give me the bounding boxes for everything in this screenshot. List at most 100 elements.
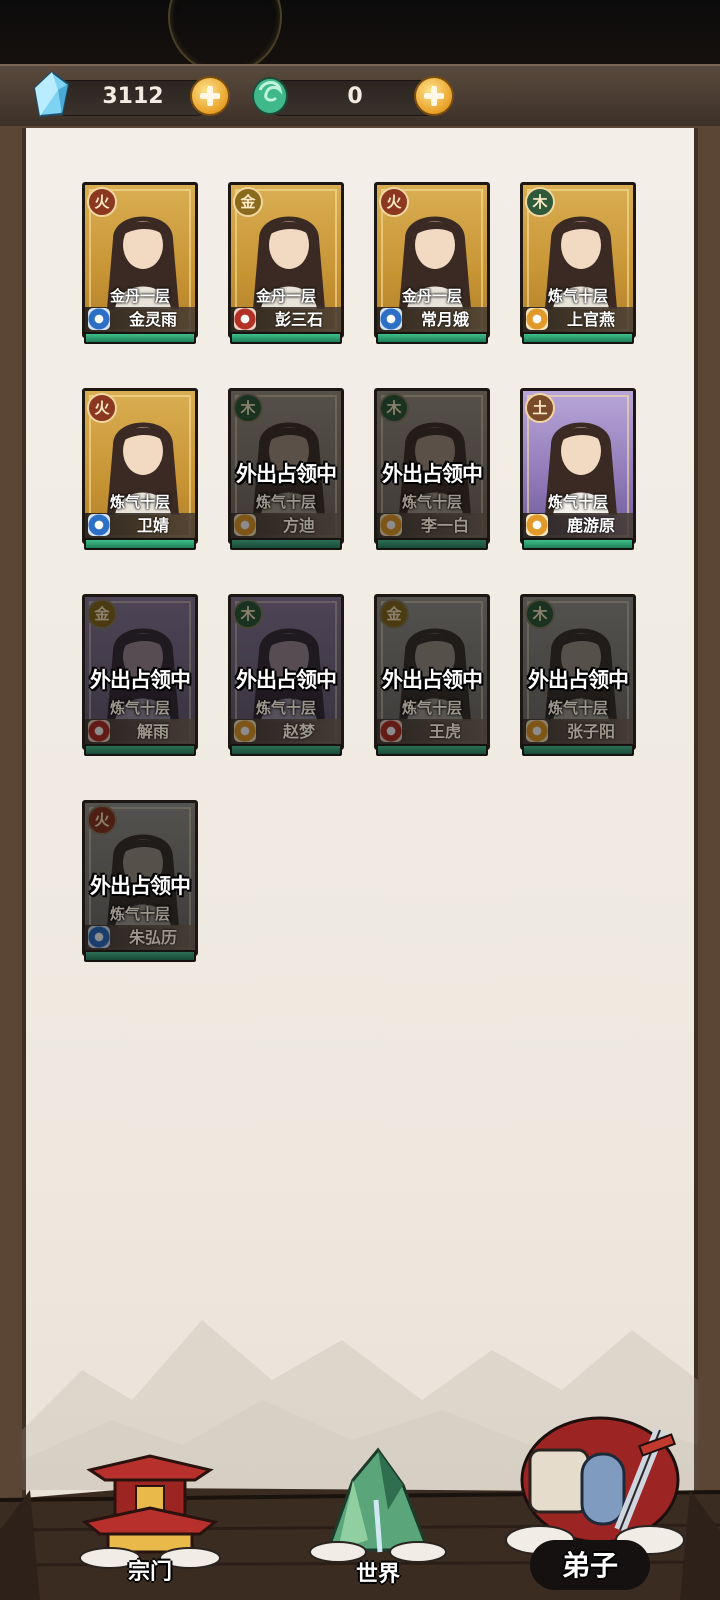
- nav-world-label: 世界: [355, 1561, 400, 1587]
- nav-disciples-label: 弟子: [561, 1549, 618, 1582]
- name-bar: 解雨: [85, 719, 195, 745]
- nav-world-button[interactable]: 世界: [308, 1440, 448, 1600]
- spirit-stone-value: 3112: [102, 84, 164, 109]
- card-base: [376, 332, 488, 344]
- moon-ring-decoration: [168, 0, 282, 74]
- sect-emblem-icon: [88, 514, 110, 536]
- disciple-card[interactable]: 木 炼气十层 方迪 外出占领中: [228, 388, 344, 556]
- name-bar: 王虎: [377, 719, 487, 745]
- disciple-card[interactable]: 火 炼气十层 朱弘历 外出占领中: [82, 800, 198, 968]
- disciple-name: 方迪: [282, 516, 315, 535]
- name-bar: 方迪: [231, 513, 341, 539]
- card-base: [230, 744, 342, 756]
- card-base: [522, 538, 634, 550]
- disciple-name: 彭三石: [274, 310, 323, 329]
- disciple-card[interactable]: 火 金丹一层 金灵雨: [82, 182, 198, 350]
- element-badge: 金: [87, 599, 117, 629]
- cultivation-realm: 炼气十层: [255, 699, 316, 717]
- disciple-name: 鹿游原: [566, 516, 615, 535]
- disciple-card[interactable]: 金 金丹一层 彭三石: [228, 182, 344, 350]
- disciple-card[interactable]: 木 炼气十层 赵梦 外出占领中: [228, 594, 344, 762]
- element-badge: 火: [379, 187, 409, 217]
- cultivation-realm: 炼气十层: [401, 493, 462, 511]
- blue-crystal-icon: [33, 70, 70, 118]
- add-jade-button[interactable]: [414, 76, 454, 116]
- disciple-card[interactable]: 金 炼气十层 解雨 外出占领中: [82, 594, 198, 762]
- add-spirit-stone-button[interactable]: [190, 76, 230, 116]
- name-bar: 李一白: [377, 513, 487, 539]
- pagoda-icon: [79, 1454, 221, 1569]
- sect-emblem-icon: [380, 308, 402, 330]
- element-badge: 木: [379, 393, 409, 423]
- card-frame: 火 金丹一层 金灵雨: [82, 182, 198, 338]
- element-badge: 木: [233, 599, 263, 629]
- disciple-card[interactable]: 土 炼气十层 鹿游原: [520, 388, 636, 556]
- green-jade-icon: [252, 77, 288, 115]
- cultivation-realm: 炼气十层: [401, 699, 462, 717]
- disciple-name: 金灵雨: [128, 310, 177, 329]
- disciple-name: 李一白: [420, 516, 469, 535]
- name-bar: 上官燕: [523, 307, 633, 333]
- cultivation-realm: 炼气十层: [109, 905, 170, 923]
- disciple-name: 张子阳: [566, 722, 615, 741]
- card-base: [376, 538, 488, 550]
- element-badge: 火: [87, 393, 117, 423]
- card-base: [522, 744, 634, 756]
- cultivation-realm: 金丹一层: [109, 287, 170, 305]
- cultivation-realm: 炼气十层: [547, 493, 608, 511]
- disciple-name: 朱弘历: [128, 928, 177, 947]
- cultivation-realm: 炼气十层: [109, 699, 170, 717]
- away-occupying-status: 外出占领中: [236, 667, 337, 692]
- element-badge: 木: [525, 187, 555, 217]
- disciple-card[interactable]: 火 炼气十层 卫婧: [82, 388, 198, 556]
- name-bar: 彭三石: [231, 307, 341, 333]
- element-badge: 木: [525, 599, 555, 629]
- disciple-card[interactable]: 金 炼气十层 王虎 外出占领中: [374, 594, 490, 762]
- cultivation-realm: 炼气十层: [547, 699, 608, 717]
- nav-sect-label: 宗门: [127, 1559, 172, 1585]
- disciple-card[interactable]: 木 炼气十层 上官燕: [520, 182, 636, 350]
- away-occupying-status: 外出占领中: [236, 461, 337, 486]
- disciple-card[interactable]: 木 炼气十层 李一白 外出占领中: [374, 388, 490, 556]
- away-occupying-status: 外出占领中: [90, 667, 191, 692]
- cultivation-realm: 金丹一层: [401, 287, 462, 305]
- card-frame: 火 炼气十层 卫婧: [82, 388, 198, 544]
- card-frame: 火 金丹一层 常月娥: [374, 182, 490, 338]
- sect-emblem-icon: [380, 720, 402, 742]
- sect-emblem-icon: [526, 308, 548, 330]
- sect-emblem-icon: [380, 514, 402, 536]
- card-frame: 木 炼气十层 上官燕: [520, 182, 636, 338]
- sect-emblem-icon: [88, 720, 110, 742]
- name-bar: 常月娥: [377, 307, 487, 333]
- disciple-name: 解雨: [136, 722, 169, 741]
- disciple-name: 上官燕: [566, 310, 615, 329]
- nav-disciples-button[interactable]: 弟子: [500, 1410, 690, 1600]
- disciple-name: 赵梦: [282, 722, 315, 741]
- away-occupying-status: 外出占领中: [90, 873, 191, 898]
- card-base: [84, 744, 196, 756]
- card-base: [522, 332, 634, 344]
- disciple-name: 卫婧: [136, 516, 169, 535]
- card-frame: 金 金丹一层 彭三石: [228, 182, 344, 338]
- card-base: [84, 950, 196, 962]
- element-badge: 火: [87, 805, 117, 835]
- away-occupying-status: 外出占领中: [382, 667, 483, 692]
- away-occupying-status: 外出占领中: [528, 667, 629, 692]
- sect-emblem-icon: [234, 720, 256, 742]
- card-base: [376, 744, 488, 756]
- disciple-card[interactable]: 火 金丹一层 常月娥: [374, 182, 490, 350]
- element-badge: 金: [379, 599, 409, 629]
- sect-emblem-icon: [234, 308, 256, 330]
- cultivation-realm: 炼气十层: [109, 493, 170, 511]
- sect-emblem-icon: [234, 514, 256, 536]
- name-bar: 卫婧: [85, 513, 195, 539]
- element-badge: 木: [233, 393, 263, 423]
- cultivation-realm: 炼气十层: [255, 493, 316, 511]
- cultivation-realm: 炼气十层: [547, 287, 608, 305]
- disciple-card[interactable]: 木 炼气十层 张子阳 外出占领中: [520, 594, 636, 762]
- name-bar: 金灵雨: [85, 307, 195, 333]
- name-bar: 张子阳: [523, 719, 633, 745]
- card-base: [84, 332, 196, 344]
- name-bar: 鹿游原: [523, 513, 633, 539]
- nav-sect-button[interactable]: 宗门: [70, 1450, 230, 1600]
